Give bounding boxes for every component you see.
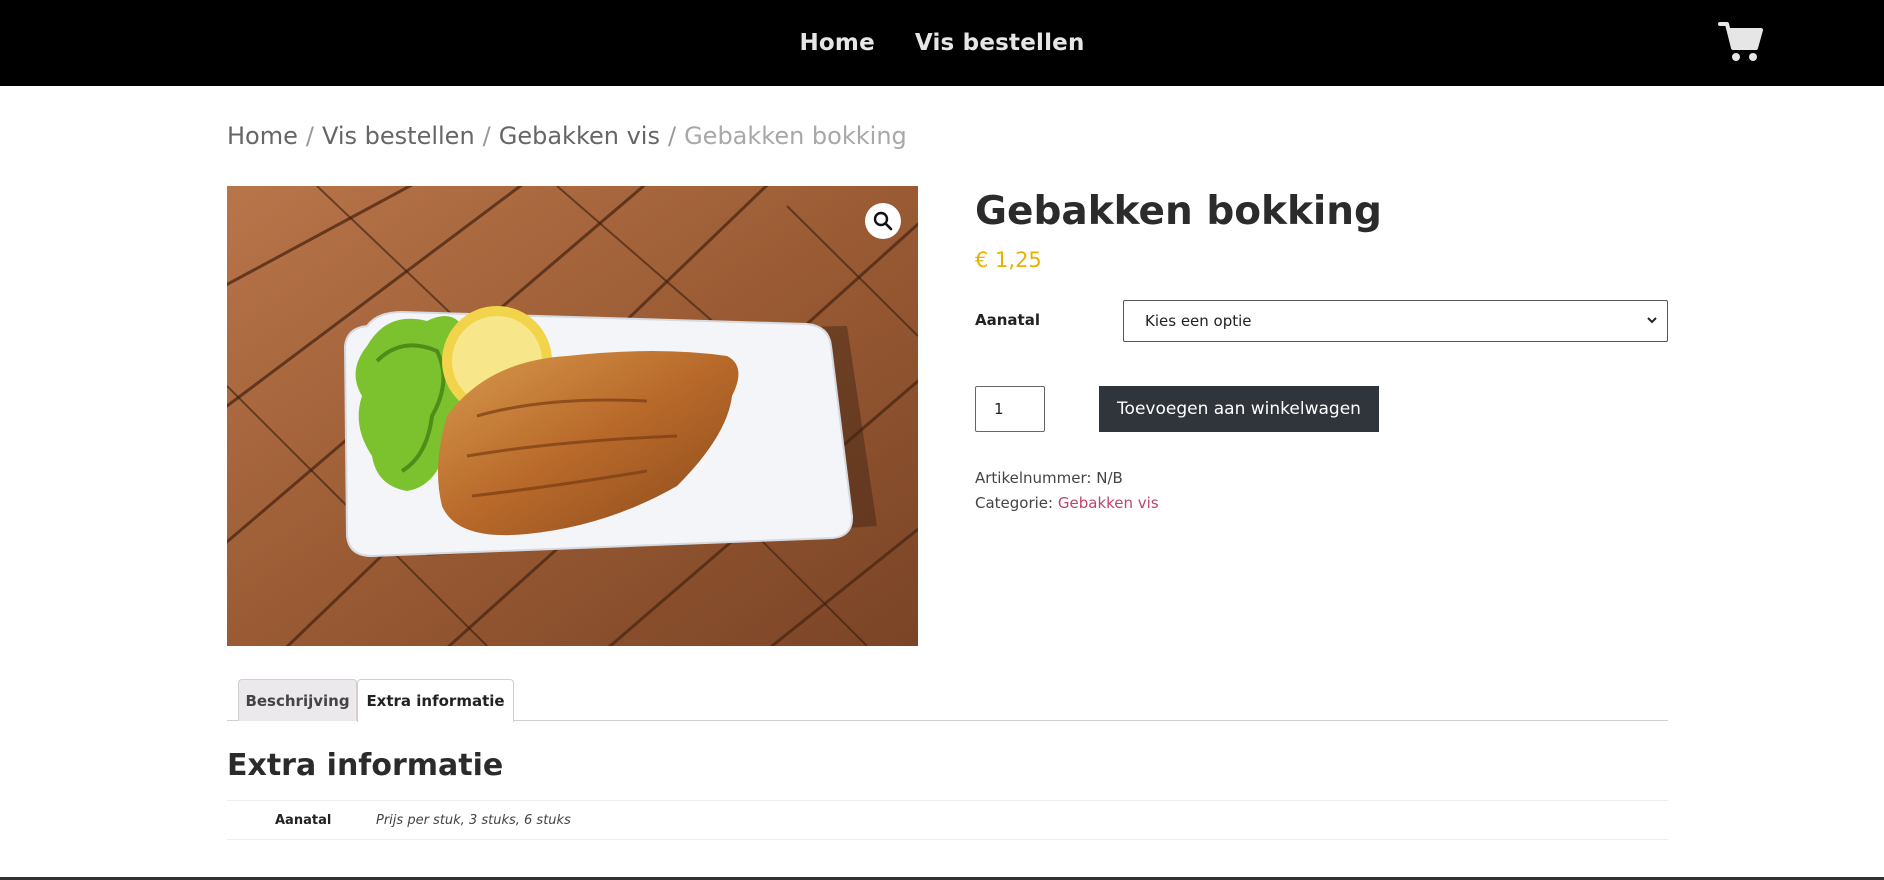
attribute-label: Aanatal (275, 813, 332, 828)
variation-select-value: Kies een optie (1145, 312, 1252, 330)
category-link[interactable]: Gebakken vis (1058, 494, 1159, 512)
product-image[interactable] (227, 186, 918, 646)
breadcrumb-vis-bestellen[interactable]: Vis bestellen (322, 122, 475, 150)
cart-icon[interactable] (1718, 20, 1764, 64)
top-navigation-bar: Home Vis bestellen (0, 0, 1884, 86)
nav-link-home[interactable]: Home (799, 30, 874, 56)
breadcrumb-separator: / (305, 122, 314, 150)
attribute-value: Prijs per stuk, 3 stuks, 6 stuks (376, 813, 571, 828)
sku-label: Artikelnummer: (975, 469, 1092, 487)
extra-info-heading: Extra informatie (227, 748, 504, 783)
product-price: € 1,25 (975, 248, 1042, 272)
quantity-input[interactable]: 1 (975, 386, 1045, 432)
variation-select[interactable]: Kies een optie (1123, 300, 1668, 342)
nav-link-vis-bestellen[interactable]: Vis bestellen (915, 30, 1085, 56)
breadcrumb-gebakken-vis[interactable]: Gebakken vis (499, 122, 660, 150)
variation-label: Aanatal (975, 311, 1040, 329)
product-tabs: Beschrijving Extra informatie (227, 679, 1668, 722)
tab-beschrijving[interactable]: Beschrijving (238, 679, 357, 721)
zoom-button[interactable] (865, 203, 901, 239)
attributes-table: Aanatal Prijs per stuk, 3 stuks, 6 stuks (227, 800, 1668, 840)
add-to-cart-button[interactable]: Toevoegen aan winkelwagen (1099, 386, 1379, 432)
tab-extra-informatie[interactable]: Extra informatie (357, 679, 514, 722)
breadcrumb-separator: / (482, 122, 491, 150)
category-label: Categorie: (975, 494, 1054, 512)
product-title: Gebakken bokking (975, 189, 1382, 234)
product-photo (227, 186, 918, 646)
sku-row: Artikelnummer: N/B (975, 466, 1159, 491)
breadcrumb: Home / Vis bestellen / Gebakken vis / Gebakken… (227, 122, 907, 150)
variation-row: Aanatal Kies een optie (975, 300, 1668, 342)
breadcrumb-home[interactable]: Home (227, 122, 298, 150)
product-meta: Artikelnummer: N/B Categorie: Gebakken v… (975, 466, 1159, 516)
category-row: Categorie: Gebakken vis (975, 491, 1159, 516)
breadcrumb-current: Gebakken bokking (684, 122, 907, 150)
main-navigation: Home Vis bestellen (0, 0, 1884, 86)
product-summary: Gebakken bokking € 1,25 Aanatal Kies een… (975, 186, 1668, 512)
breadcrumb-separator: / (667, 122, 677, 150)
magnifier-icon (873, 211, 893, 231)
sku-value: N/B (1096, 469, 1123, 487)
chevron-down-icon (1647, 317, 1657, 324)
